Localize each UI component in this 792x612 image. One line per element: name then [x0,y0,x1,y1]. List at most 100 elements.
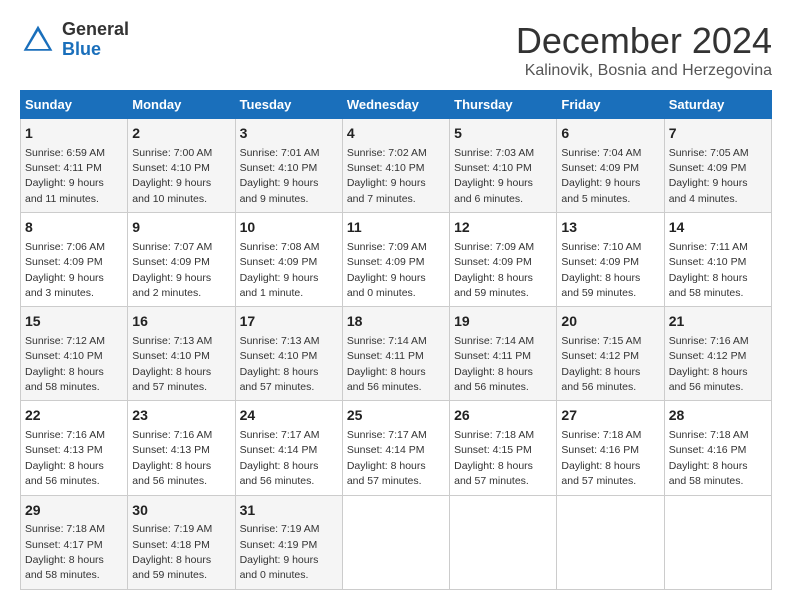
day-number: 13 [561,218,659,238]
day-number: 23 [132,406,230,426]
logo-blue: Blue [62,40,129,60]
title-section: December 2024 Kalinovik, Bosnia and Herz… [516,20,772,80]
table-cell: 14 Sunrise: 7:11 AMSunset: 4:10 PMDaylig… [664,213,771,307]
day-number: 24 [240,406,338,426]
table-cell: 10 Sunrise: 7:08 AMSunset: 4:09 PMDaylig… [235,213,342,307]
day-info: Sunrise: 7:15 AMSunset: 4:12 PMDaylight:… [561,335,641,393]
table-cell: 26 Sunrise: 7:18 AMSunset: 4:15 PMDaylig… [450,401,557,495]
table-cell: 3 Sunrise: 7:01 AMSunset: 4:10 PMDayligh… [235,119,342,213]
table-cell: 7 Sunrise: 7:05 AMSunset: 4:09 PMDayligh… [664,119,771,213]
table-cell: 6 Sunrise: 7:04 AMSunset: 4:09 PMDayligh… [557,119,664,213]
day-number: 3 [240,124,338,144]
day-info: Sunrise: 7:16 AMSunset: 4:12 PMDaylight:… [669,335,749,393]
day-number: 12 [454,218,552,238]
month-title: December 2024 [516,20,772,62]
table-cell: 24 Sunrise: 7:17 AMSunset: 4:14 PMDaylig… [235,401,342,495]
day-info: Sunrise: 7:17 AMSunset: 4:14 PMDaylight:… [240,429,320,487]
day-info: Sunrise: 7:09 AMSunset: 4:09 PMDaylight:… [454,241,534,299]
day-number: 11 [347,218,445,238]
day-number: 20 [561,312,659,332]
table-cell: 5 Sunrise: 7:03 AMSunset: 4:10 PMDayligh… [450,119,557,213]
day-info: Sunrise: 7:06 AMSunset: 4:09 PMDaylight:… [25,241,105,299]
table-cell: 23 Sunrise: 7:16 AMSunset: 4:13 PMDaylig… [128,401,235,495]
day-info: Sunrise: 7:12 AMSunset: 4:10 PMDaylight:… [25,335,105,393]
logo-text: General Blue [62,20,129,60]
table-cell: 31 Sunrise: 7:19 AMSunset: 4:19 PMDaylig… [235,495,342,589]
day-number: 28 [669,406,767,426]
col-wednesday: Wednesday [342,91,449,119]
day-number: 25 [347,406,445,426]
col-tuesday: Tuesday [235,91,342,119]
logo-icon [20,22,56,58]
table-cell: 15 Sunrise: 7:12 AMSunset: 4:10 PMDaylig… [21,307,128,401]
table-cell: 28 Sunrise: 7:18 AMSunset: 4:16 PMDaylig… [664,401,771,495]
table-cell: 25 Sunrise: 7:17 AMSunset: 4:14 PMDaylig… [342,401,449,495]
day-number: 30 [132,501,230,521]
table-cell: 9 Sunrise: 7:07 AMSunset: 4:09 PMDayligh… [128,213,235,307]
day-info: Sunrise: 7:13 AMSunset: 4:10 PMDaylight:… [132,335,212,393]
day-info: Sunrise: 7:02 AMSunset: 4:10 PMDaylight:… [347,147,427,205]
table-cell: 13 Sunrise: 7:10 AMSunset: 4:09 PMDaylig… [557,213,664,307]
day-number: 9 [132,218,230,238]
day-info: Sunrise: 7:16 AMSunset: 4:13 PMDaylight:… [25,429,105,487]
day-info: Sunrise: 7:18 AMSunset: 4:16 PMDaylight:… [669,429,749,487]
day-number: 15 [25,312,123,332]
location-title: Kalinovik, Bosnia and Herzegovina [516,62,772,80]
table-cell: 30 Sunrise: 7:19 AMSunset: 4:18 PMDaylig… [128,495,235,589]
day-info: Sunrise: 7:07 AMSunset: 4:09 PMDaylight:… [132,241,212,299]
day-info: Sunrise: 7:10 AMSunset: 4:09 PMDaylight:… [561,241,641,299]
table-cell [450,495,557,589]
day-info: Sunrise: 7:17 AMSunset: 4:14 PMDaylight:… [347,429,427,487]
day-info: Sunrise: 7:14 AMSunset: 4:11 PMDaylight:… [454,335,534,393]
table-cell: 19 Sunrise: 7:14 AMSunset: 4:11 PMDaylig… [450,307,557,401]
logo-general: General [62,20,129,40]
table-row: 29 Sunrise: 7:18 AMSunset: 4:17 PMDaylig… [21,495,772,589]
day-info: Sunrise: 7:01 AMSunset: 4:10 PMDaylight:… [240,147,320,205]
day-number: 27 [561,406,659,426]
table-cell: 2 Sunrise: 7:00 AMSunset: 4:10 PMDayligh… [128,119,235,213]
day-number: 22 [25,406,123,426]
logo: General Blue [20,20,129,60]
day-number: 2 [132,124,230,144]
table-cell: 1 Sunrise: 6:59 AMSunset: 4:11 PMDayligh… [21,119,128,213]
col-friday: Friday [557,91,664,119]
table-row: 22 Sunrise: 7:16 AMSunset: 4:13 PMDaylig… [21,401,772,495]
day-number: 17 [240,312,338,332]
day-number: 31 [240,501,338,521]
day-info: Sunrise: 7:05 AMSunset: 4:09 PMDaylight:… [669,147,749,205]
day-info: Sunrise: 7:11 AMSunset: 4:10 PMDaylight:… [669,241,748,299]
day-number: 19 [454,312,552,332]
table-cell: 12 Sunrise: 7:09 AMSunset: 4:09 PMDaylig… [450,213,557,307]
day-info: Sunrise: 7:14 AMSunset: 4:11 PMDaylight:… [347,335,427,393]
day-number: 5 [454,124,552,144]
day-info: Sunrise: 7:09 AMSunset: 4:09 PMDaylight:… [347,241,427,299]
table-cell: 20 Sunrise: 7:15 AMSunset: 4:12 PMDaylig… [557,307,664,401]
day-info: Sunrise: 6:59 AMSunset: 4:11 PMDaylight:… [25,147,105,205]
day-info: Sunrise: 7:03 AMSunset: 4:10 PMDaylight:… [454,147,534,205]
day-number: 4 [347,124,445,144]
table-cell: 16 Sunrise: 7:13 AMSunset: 4:10 PMDaylig… [128,307,235,401]
col-saturday: Saturday [664,91,771,119]
day-info: Sunrise: 7:18 AMSunset: 4:15 PMDaylight:… [454,429,534,487]
table-cell: 11 Sunrise: 7:09 AMSunset: 4:09 PMDaylig… [342,213,449,307]
page-header: General Blue December 2024 Kalinovik, Bo… [20,20,772,80]
table-cell: 29 Sunrise: 7:18 AMSunset: 4:17 PMDaylig… [21,495,128,589]
day-number: 29 [25,501,123,521]
table-cell [664,495,771,589]
day-number: 10 [240,218,338,238]
header-row: Sunday Monday Tuesday Wednesday Thursday… [21,91,772,119]
table-row: 1 Sunrise: 6:59 AMSunset: 4:11 PMDayligh… [21,119,772,213]
day-number: 1 [25,124,123,144]
day-info: Sunrise: 7:08 AMSunset: 4:09 PMDaylight:… [240,241,320,299]
day-info: Sunrise: 7:13 AMSunset: 4:10 PMDaylight:… [240,335,320,393]
col-monday: Monday [128,91,235,119]
day-info: Sunrise: 7:16 AMSunset: 4:13 PMDaylight:… [132,429,212,487]
day-number: 21 [669,312,767,332]
table-cell [557,495,664,589]
calendar-table: Sunday Monday Tuesday Wednesday Thursday… [20,90,772,590]
table-cell: 21 Sunrise: 7:16 AMSunset: 4:12 PMDaylig… [664,307,771,401]
table-row: 15 Sunrise: 7:12 AMSunset: 4:10 PMDaylig… [21,307,772,401]
day-number: 7 [669,124,767,144]
day-info: Sunrise: 7:19 AMSunset: 4:18 PMDaylight:… [132,523,212,581]
table-cell: 18 Sunrise: 7:14 AMSunset: 4:11 PMDaylig… [342,307,449,401]
